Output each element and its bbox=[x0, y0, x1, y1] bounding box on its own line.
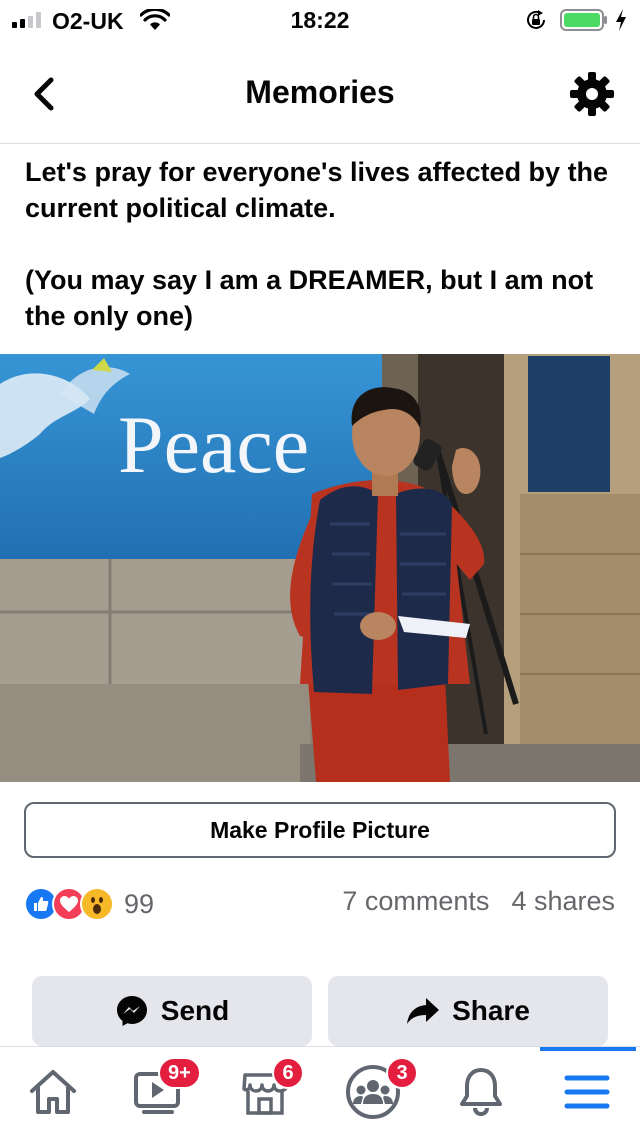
status-bar: O2-UK 18:22 bbox=[0, 0, 640, 40]
tab-groups[interactable]: 3 bbox=[320, 1047, 426, 1136]
shares-count[interactable]: 4 shares bbox=[511, 886, 615, 917]
messenger-icon bbox=[116, 996, 147, 1026]
comments-count[interactable]: 7 comments bbox=[342, 886, 489, 917]
groups-badge: 3 bbox=[386, 1057, 418, 1089]
gear-icon bbox=[570, 72, 614, 116]
page-title: Memories bbox=[245, 74, 395, 110]
share-arrow-icon bbox=[407, 998, 440, 1024]
watch-badge: 9+ bbox=[158, 1057, 201, 1089]
share-label: Share bbox=[452, 995, 530, 1026]
wow-reaction-icon bbox=[80, 887, 114, 921]
home-icon bbox=[30, 1070, 76, 1114]
tab-watch[interactable]: 9+ bbox=[106, 1047, 212, 1136]
post-photo[interactable]: Peace bbox=[0, 354, 640, 782]
make-profile-picture-button[interactable]: Make Profile Picture bbox=[24, 802, 616, 858]
charging-bolt-icon bbox=[616, 9, 626, 31]
photo-illustration: Peace bbox=[0, 354, 640, 782]
tab-notifications[interactable] bbox=[428, 1047, 534, 1136]
menu-icon bbox=[564, 1075, 610, 1109]
post-text: Let's pray for everyone's lives affected… bbox=[25, 157, 609, 331]
battery-icon bbox=[560, 9, 607, 31]
banner-text: Peace bbox=[118, 399, 309, 490]
reactions-summary[interactable]: 99 bbox=[24, 884, 154, 924]
engagement-counts: 7 comments 4 shares bbox=[342, 886, 615, 917]
orientation-lock-icon bbox=[527, 10, 545, 29]
tab-marketplace[interactable]: 6 bbox=[212, 1047, 318, 1136]
share-button[interactable]: Share bbox=[328, 976, 608, 1046]
bell-icon bbox=[460, 1068, 502, 1117]
nav-header: Memories bbox=[0, 44, 640, 144]
send-label: Send bbox=[160, 995, 230, 1026]
send-button[interactable]: Send bbox=[32, 976, 312, 1046]
tab-home[interactable] bbox=[0, 1047, 106, 1136]
reaction-count: 99 bbox=[124, 888, 155, 919]
settings-button[interactable] bbox=[566, 68, 618, 120]
bottom-tab-bar: 9+ 6 3 bbox=[0, 1046, 640, 1136]
marketplace-badge: 6 bbox=[272, 1057, 304, 1089]
tab-menu[interactable] bbox=[534, 1047, 640, 1136]
